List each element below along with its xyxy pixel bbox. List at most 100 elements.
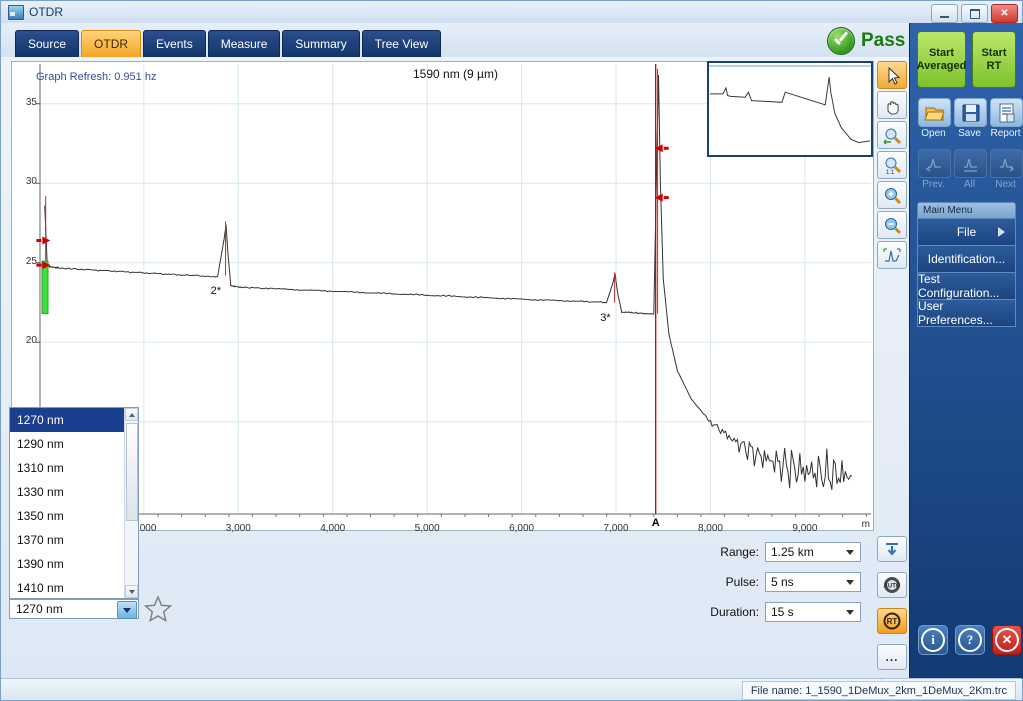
x-axis-tick-label: 5,000 (414, 523, 440, 534)
maximize-button[interactable] (961, 4, 988, 23)
wavelength-select[interactable]: 1270 nm (9, 599, 139, 619)
more-options-button[interactable]: ... (877, 644, 907, 670)
menu-file[interactable]: File (917, 219, 1016, 246)
next-event-button-label: Next (995, 179, 1016, 190)
zoom-in-tool[interactable] (877, 181, 907, 209)
zoom-out-icon (885, 218, 902, 235)
tab-source[interactable]: Source (15, 30, 80, 57)
start-averaged-button[interactable]: Start Averaged (917, 31, 966, 88)
ellipsis-icon: ... (885, 650, 899, 664)
save-button-label: Save (958, 128, 981, 139)
wavelength-selected-value: 1270 nm (16, 602, 63, 616)
next-trace-icon (1000, 158, 1015, 172)
zoom-fit-tool[interactable] (877, 121, 907, 149)
open-button[interactable]: Open (918, 98, 951, 139)
start-rt-button[interactable]: Start RT (972, 31, 1016, 88)
window-title: OTDR (29, 5, 63, 19)
tab-otdr[interactable]: OTDR (81, 30, 142, 57)
wavelength-option[interactable]: 1290 nm (10, 432, 138, 456)
trace-overview-panel[interactable] (707, 61, 873, 157)
info-button[interactable]: i (918, 625, 948, 655)
y-axis-tick-label: 35 (25, 96, 37, 108)
file-action-row: Open Save Report (910, 88, 1023, 139)
open-button-label: Open (921, 128, 946, 139)
wavelength-option[interactable]: 1330 nm (10, 480, 138, 504)
wavelength-list-scrollbar[interactable] (124, 408, 138, 598)
wavelength-option[interactable]: 1390 nm (10, 552, 138, 576)
chevron-down-icon (123, 607, 131, 613)
exit-button[interactable]: ✕ (992, 625, 1022, 655)
close-icon: ✕ (1000, 8, 1009, 19)
wavelength-dropdown-toggle[interactable] (117, 601, 137, 619)
tab-summary[interactable]: Summary (282, 30, 360, 57)
navigation-action-row: Prev. All Next (910, 139, 1023, 190)
svg-text:1:1: 1:1 (886, 170, 895, 175)
wavelength-dropdown-list[interactable]: 1270 nm 1290 nm 1310 nm 1330 nm 1350 nm 1370 … (9, 407, 139, 599)
floppy-disk-icon (962, 104, 980, 122)
save-button-box[interactable] (954, 98, 987, 127)
arrow-cursor-icon (888, 66, 901, 85)
folder-open-icon (924, 107, 945, 121)
status-badge-label: Pass (861, 30, 906, 51)
apply-settings-button[interactable] (877, 536, 907, 562)
range-select[interactable]: 1.25 km (765, 542, 861, 562)
duration-select[interactable]: 15 s (765, 602, 861, 622)
zoom-fit-icon (883, 128, 902, 145)
next-event-button: Next (990, 149, 1023, 190)
pulse-row: Pulse: 5 ns (701, 567, 871, 597)
wavelength-option-list: 1270 nm 1290 nm 1310 nm 1330 nm 1350 nm 1370 … (10, 408, 138, 598)
wavelength-option[interactable]: 1410 nm (10, 576, 138, 598)
zoom-out-tool[interactable] (877, 211, 907, 239)
tab-measure[interactable]: Measure (207, 30, 281, 57)
overview-trace (709, 65, 871, 144)
report-button[interactable]: Report (990, 98, 1023, 139)
menu-user-preferences[interactable]: User Preferences... (917, 299, 1016, 327)
star-icon[interactable] (143, 594, 173, 624)
report-button-box[interactable] (990, 98, 1023, 127)
graph-wavelength-title: 1590 nm (9 µm) (413, 67, 498, 81)
x-axis-tick-label: 9,000 (792, 523, 818, 534)
wavelength-option[interactable]: 1310 nm (10, 456, 138, 480)
wavelength-option[interactable]: 1270 nm (10, 408, 138, 432)
chevron-down-icon (846, 610, 854, 615)
event-marker-label: 3* (600, 312, 611, 324)
main-menu-list: File Identification... Test Configuration.… (910, 219, 1023, 327)
close-button[interactable]: ✕ (991, 4, 1018, 23)
wavelength-option[interactable]: 1350 nm (10, 504, 138, 528)
range-label: Range: (720, 545, 759, 559)
minimize-button[interactable] (931, 4, 958, 23)
pulse-select[interactable]: 5 ns (765, 572, 861, 592)
trace-fit-icon (883, 248, 901, 262)
status-badge: Pass (827, 27, 905, 55)
chevron-down-icon (846, 580, 854, 585)
auto-gear-icon: AUTO (884, 577, 901, 593)
x-axis-tick-label: 3,000 (225, 523, 251, 534)
window-titlebar: OTDR ✕ (1, 1, 1022, 24)
scroll-down-button[interactable] (125, 585, 138, 598)
status-bar: File name: 1_1590_1DeMux_2km_1DeMux_2Km.… (1, 678, 1022, 700)
realtime-button[interactable]: RT (877, 608, 907, 634)
menu-identification[interactable]: Identification... (917, 246, 1016, 273)
info-icon: i (921, 628, 945, 652)
prev-event-button-label: Prev. (922, 179, 945, 190)
x-axis-tick-label: 8,000 (697, 523, 723, 534)
auto-settings-button[interactable]: AUTO (877, 572, 907, 598)
wavelength-option[interactable]: 1370 nm (10, 528, 138, 552)
minimize-icon (940, 15, 949, 18)
select-cursor-tool[interactable] (877, 61, 907, 89)
menu-test-configuration[interactable]: Test Configuration... (917, 272, 1016, 300)
scrollbar-thumb[interactable] (126, 423, 138, 521)
menu-identification-label: Identification... (927, 252, 1006, 266)
open-button-box[interactable] (918, 98, 951, 127)
panel-bottom-buttons: i? ✕ (918, 625, 1022, 655)
save-button[interactable]: Save (954, 98, 987, 139)
pan-tool[interactable] (877, 91, 907, 119)
graph-tool-strip: 1:1 (877, 61, 907, 269)
tab-tree-view[interactable]: Tree View (361, 30, 442, 57)
zoom-reset-tool[interactable]: 1:1 (877, 151, 907, 179)
scroll-up-button[interactable] (125, 408, 138, 421)
help-button[interactable]: ? (955, 625, 985, 655)
auto-scale-tool[interactable] (877, 241, 907, 269)
tab-events[interactable]: Events (143, 30, 206, 57)
all-events-button-label: All (963, 179, 976, 190)
